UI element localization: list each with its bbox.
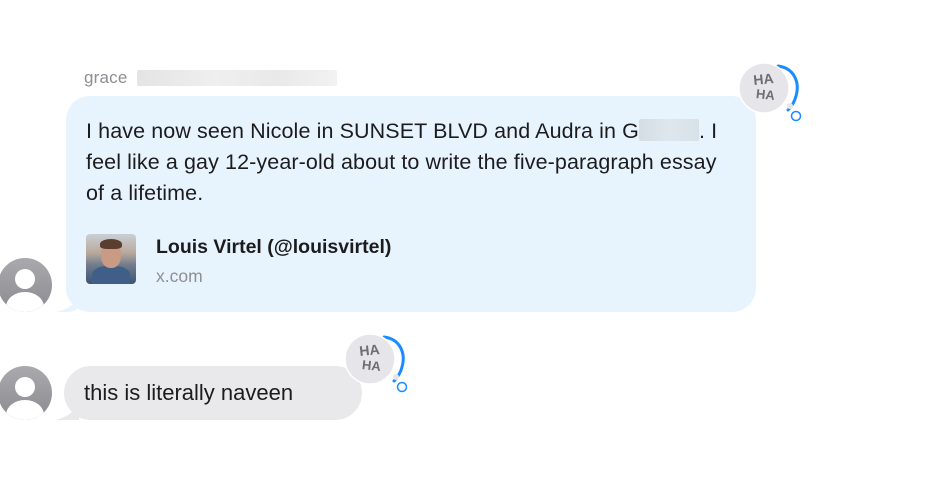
haha-label-bottom: HA <box>755 86 776 103</box>
link-preview[interactable]: Louis Virtel (@louisvirtel) x.com <box>86 234 646 290</box>
haha-label-top: HA <box>753 70 775 88</box>
contact-avatar[interactable] <box>0 258 52 312</box>
contact-avatar[interactable] <box>0 366 52 420</box>
link-thumbnail <box>86 234 136 284</box>
message-text: I have now seen Nicole in SUNSET BLVD an… <box>86 116 736 209</box>
link-preview-domain: x.com <box>156 266 203 286</box>
redacted-word <box>638 119 699 141</box>
haha-tapback-icon[interactable]: HA HA <box>738 62 808 122</box>
sender-name: grace <box>84 68 128 87</box>
message-text: this is literally naveen <box>84 380 294 405</box>
link-preview-title: Louis Virtel (@louisvirtel) <box>156 236 392 258</box>
haha-tapback-icon[interactable]: HA HA <box>344 333 414 393</box>
message-bubble[interactable]: this is literally naveen <box>64 366 362 420</box>
message-bubble[interactable]: I have now seen Nicole in SUNSET BLVD an… <box>66 96 756 312</box>
redacted-sender-handle <box>137 70 337 86</box>
message-text-part: I have now seen Nicole in SUNSET BLVD an… <box>86 119 639 143</box>
haha-label-top: HA <box>359 341 381 359</box>
message-transcript: grace I have now seen Nicole in SUNSET B… <box>0 0 938 504</box>
haha-label-bottom: HA <box>361 357 382 374</box>
